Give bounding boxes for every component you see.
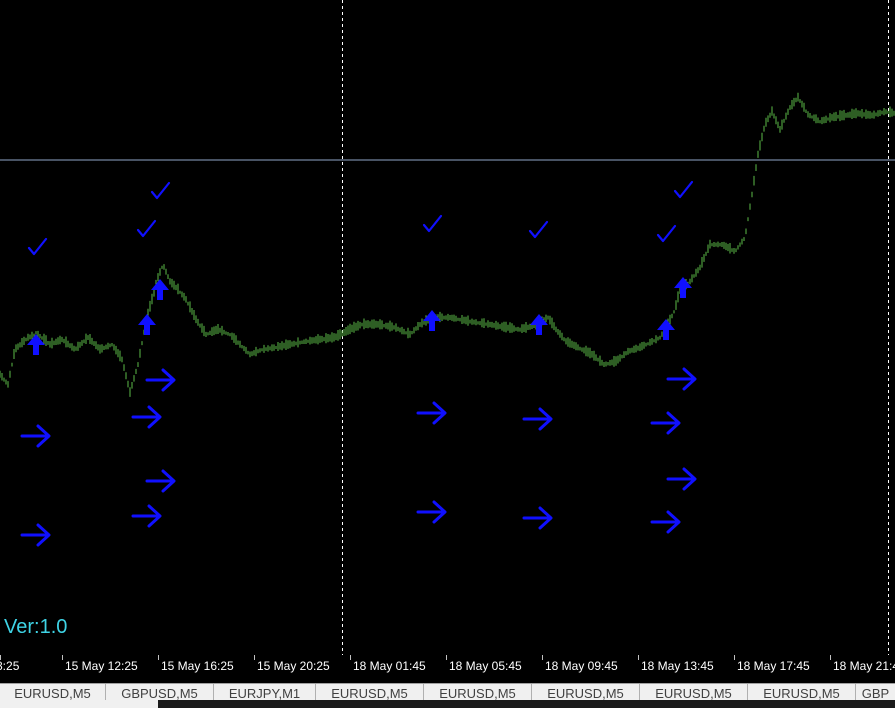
right-arrow-icon xyxy=(145,469,176,493)
up-arrow-icon xyxy=(138,314,156,335)
time-axis-label: 18 May 21:4 xyxy=(833,659,895,673)
symbol-tab[interactable]: EURUSD,M5 xyxy=(424,684,532,700)
checkmark-icon xyxy=(422,214,443,233)
right-arrow-icon xyxy=(666,467,697,491)
right-arrow-icon xyxy=(20,523,51,547)
price-bars xyxy=(0,92,895,397)
right-arrow-icon xyxy=(131,405,162,429)
symbol-tab[interactable]: EURUSD,M5 xyxy=(748,684,856,700)
time-axis-label: 18 May 17:45 xyxy=(737,659,810,673)
symbol-tab[interactable]: GBP xyxy=(856,684,895,700)
symbol-tab[interactable]: GBPUSD,M5 xyxy=(106,684,214,700)
time-axis-tick xyxy=(542,655,543,660)
time-axis-label: y 08:25 xyxy=(0,659,20,673)
checkmark-icon xyxy=(136,219,157,238)
time-axis-label: 18 May 05:45 xyxy=(449,659,522,673)
time-axis-tick xyxy=(446,655,447,660)
symbol-tab[interactable]: EURUSD,M5 xyxy=(640,684,748,700)
time-axis-label: 18 May 01:45 xyxy=(353,659,426,673)
time-axis-tick xyxy=(350,655,351,660)
right-arrow-icon xyxy=(522,506,553,530)
checkmark-icon xyxy=(150,181,171,200)
symbol-tab[interactable]: EURUSD,M5 xyxy=(532,684,640,700)
time-axis: y 08:25 15 May 12:25 15 May 16:25 15 May 20… xyxy=(0,655,895,683)
right-arrow-icon xyxy=(416,401,447,425)
right-arrow-icon xyxy=(416,500,447,524)
right-arrow-icon xyxy=(145,368,176,392)
checkmark-icon xyxy=(673,180,694,199)
time-axis-tick xyxy=(638,655,639,660)
up-arrow-icon xyxy=(530,314,548,335)
time-axis-tick xyxy=(734,655,735,660)
right-arrow-icon xyxy=(650,510,681,534)
symbol-tab[interactable]: EURUSD,M5 xyxy=(316,684,424,700)
time-axis-label: 15 May 12:25 xyxy=(65,659,138,673)
right-arrow-icon xyxy=(650,411,681,435)
time-axis-label: 15 May 20:25 xyxy=(257,659,330,673)
symbol-tab[interactable]: EURJPY,M1 xyxy=(214,684,316,700)
up-arrow-icon xyxy=(423,310,441,331)
right-arrow-icon xyxy=(522,407,553,431)
checkmark-icon xyxy=(27,237,48,256)
up-arrow-icon xyxy=(674,277,692,298)
time-axis-label: 15 May 16:25 xyxy=(161,659,234,673)
time-axis-label: 18 May 13:45 xyxy=(641,659,714,673)
time-axis-label: 18 May 09:45 xyxy=(545,659,618,673)
checkmark-icon xyxy=(656,224,677,243)
price-chart[interactable]: Ver:1.0 xyxy=(0,0,895,655)
right-arrow-icon xyxy=(666,367,697,391)
time-axis-tick xyxy=(830,655,831,660)
symbol-tab[interactable]: EURUSD,M5 xyxy=(0,684,106,700)
symbol-tab-bar: EURUSD,M5 GBPUSD,M5 EURJPY,M1 EURUSD,M5 EURU… xyxy=(0,683,895,708)
version-label: Ver:1.0 xyxy=(4,616,68,638)
time-axis-tick xyxy=(158,655,159,660)
time-axis-tick xyxy=(62,655,63,660)
chart-canvas[interactable] xyxy=(0,0,895,655)
up-arrow-icon xyxy=(151,279,169,300)
checkmark-icon xyxy=(528,220,549,239)
right-arrow-icon xyxy=(20,424,51,448)
right-arrow-icon xyxy=(131,504,162,528)
time-axis-tick xyxy=(254,655,255,660)
